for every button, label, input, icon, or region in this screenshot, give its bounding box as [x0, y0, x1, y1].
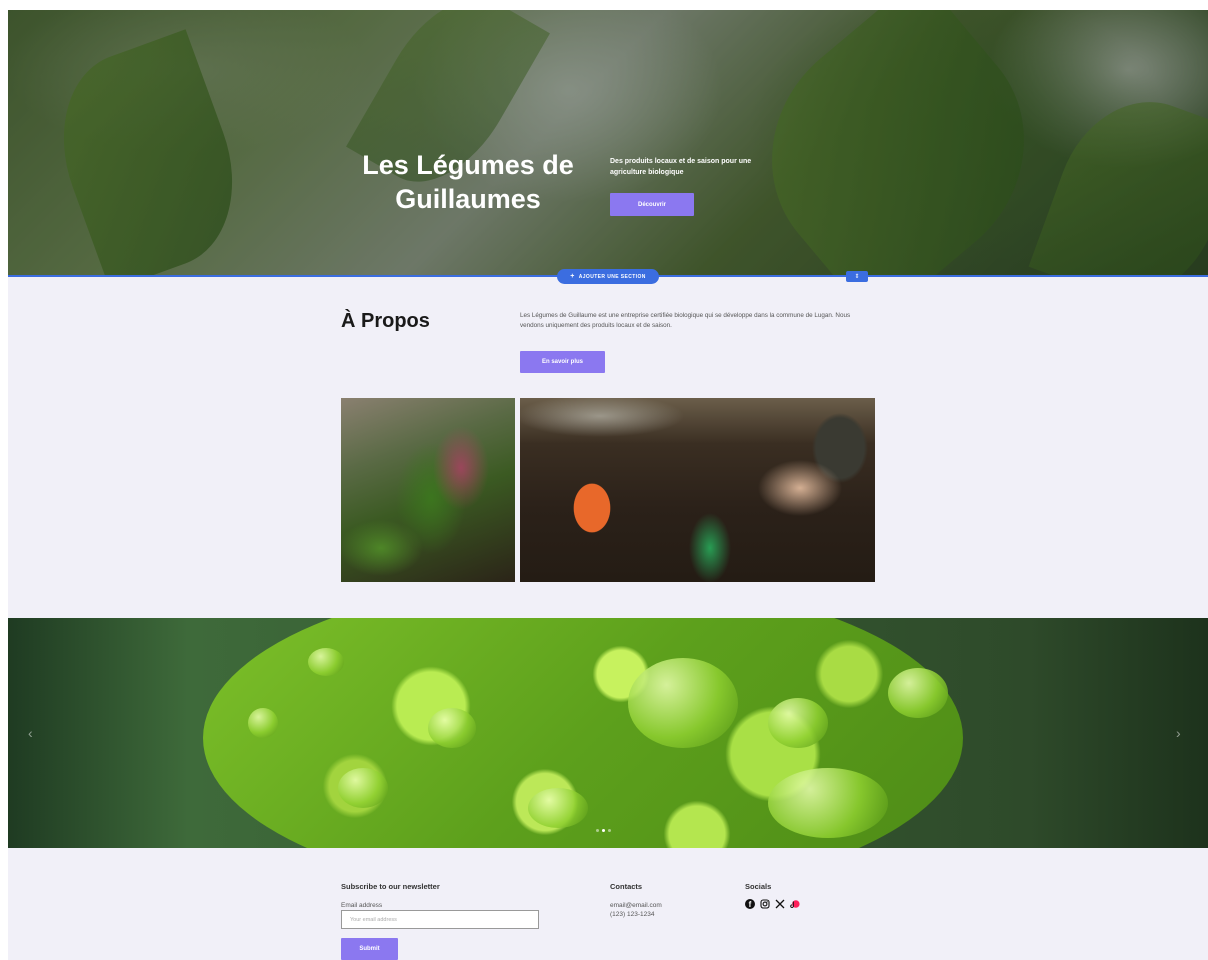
discover-button[interactable]: Découvrir — [610, 193, 694, 216]
svg-text:f: f — [749, 900, 752, 909]
about-title: À Propos — [341, 310, 430, 332]
contact-email[interactable]: email@email.com — [610, 901, 662, 910]
facebook-icon[interactable]: f — [745, 899, 755, 909]
add-section-button[interactable]: + AJOUTER UNE SECTION — [557, 269, 659, 284]
hero-subtitle: Des produits locaux et de saison pour un… — [610, 158, 752, 176]
sort-icon: ⇕ — [854, 274, 860, 280]
contact-phone: (123) 123-1234 — [610, 911, 655, 918]
contacts-heading: Contacts — [610, 882, 643, 891]
learn-more-button[interactable]: En savoir plus — [520, 351, 605, 373]
section-options-button[interactable]: ⇕ — [846, 271, 868, 282]
image-slider — [8, 618, 1208, 848]
slider-dot[interactable] — [608, 829, 611, 832]
socials-heading: Socials — [745, 882, 772, 891]
slider-dots — [596, 829, 611, 832]
plus-icon: + — [570, 273, 575, 280]
newsletter-heading: Subscribe to our newsletter — [341, 882, 440, 891]
garden-photo-planting — [520, 398, 875, 582]
slider-dot[interactable] — [596, 829, 599, 832]
hero-title: Les Légumes de Guillaumes — [362, 150, 574, 214]
slider-dot-active[interactable] — [602, 829, 605, 832]
about-description: Les Légumes de Guillaume est une entrepr… — [520, 312, 851, 329]
instagram-icon[interactable] — [760, 899, 770, 909]
hero-section: Les Légumes de Guillaumes Des produits l… — [8, 10, 1208, 276]
email-label: Email address — [341, 902, 383, 909]
social-links: f — [745, 899, 800, 909]
tiktok-icon[interactable] — [790, 899, 800, 909]
email-field[interactable]: Your email address — [341, 910, 539, 929]
chevron-left-icon[interactable]: ‹ — [28, 725, 33, 741]
submit-button[interactable]: Submit — [341, 938, 398, 960]
x-icon[interactable] — [775, 899, 785, 909]
garden-photo-beets — [341, 398, 515, 582]
email-placeholder: Your email address — [350, 916, 397, 923]
chevron-right-icon[interactable]: › — [1176, 725, 1181, 741]
page-canvas: Les Légumes de Guillaumes Des produits l… — [8, 10, 1208, 960]
